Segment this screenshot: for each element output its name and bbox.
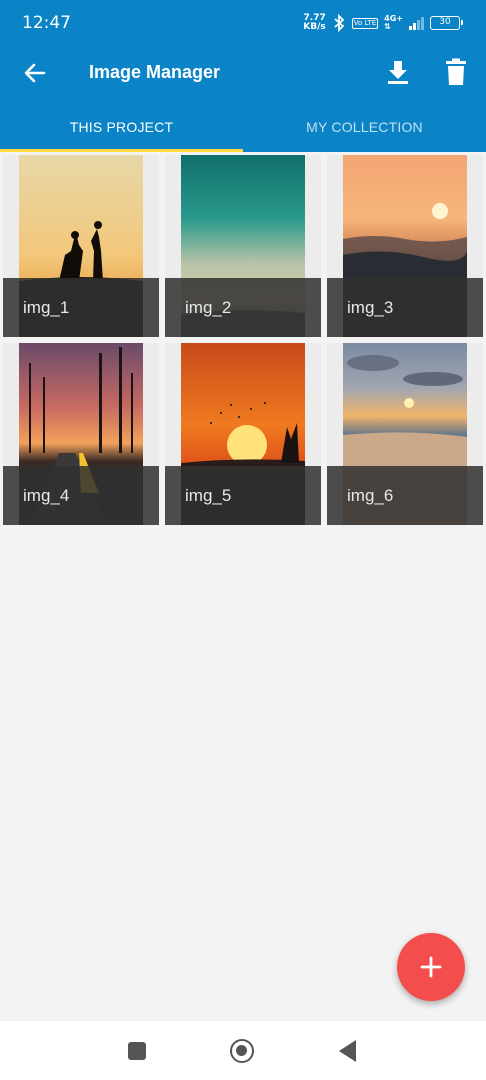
delete-button[interactable] [444, 58, 468, 86]
download-icon [388, 61, 408, 84]
download-button[interactable] [384, 58, 412, 86]
network-type: 4G+ ⇅ [384, 15, 403, 31]
back-triangle-icon[interactable] [339, 1040, 356, 1062]
home-circle-icon[interactable] [230, 1039, 254, 1063]
image-tile[interactable]: img_5 [165, 343, 321, 525]
battery-icon: 30 [430, 16, 463, 30]
image-caption: img_1 [3, 278, 159, 337]
image-tile[interactable]: img_2 [165, 155, 321, 337]
bluetooth-icon [334, 14, 345, 32]
tab-my-collection[interactable]: MY COLLECTION [243, 100, 486, 152]
data-arrows-icon: ⇅ [384, 22, 391, 31]
image-tile[interactable]: img_6 [327, 343, 483, 525]
image-tile[interactable]: img_4 [3, 343, 159, 525]
arrow-left-icon [24, 63, 46, 83]
tab-this-project[interactable]: THIS PROJECT [0, 100, 243, 152]
page-title: Image Manager [89, 62, 221, 82]
battery-level: 30 [439, 17, 451, 27]
status-bar: 12:47 7.77 KB/s Vo LTE 4G+ ⇅ 30 [0, 0, 486, 44]
trash-icon [446, 58, 466, 85]
status-icons: 7.77 KB/s Vo LTE 4G+ ⇅ 30 [303, 14, 463, 32]
add-image-button[interactable] [397, 933, 465, 1001]
image-grid: img_1 img_2 img_3 img_4 img_5 img_6 [3, 155, 483, 525]
recent-apps-square-icon[interactable] [128, 1042, 146, 1060]
image-caption: img_2 [165, 278, 321, 337]
volte-badge: Vo LTE [351, 17, 379, 29]
back-button[interactable] [20, 58, 50, 88]
image-caption: img_3 [327, 278, 483, 337]
app-bar: Image Manager [0, 44, 486, 100]
system-nav-bar [0, 1021, 486, 1080]
image-tile[interactable]: img_3 [327, 155, 483, 337]
network-speed-unit: KB/s [303, 22, 326, 32]
tab-bar: THIS PROJECT MY COLLECTION [0, 100, 486, 152]
plus-icon [420, 956, 442, 978]
image-caption: img_5 [165, 466, 321, 525]
image-tile[interactable]: img_1 [3, 155, 159, 337]
network-speed: 7.77 KB/s [303, 14, 325, 32]
status-time: 12:47 [22, 13, 71, 33]
image-caption: img_6 [327, 466, 483, 525]
image-caption: img_4 [3, 466, 159, 525]
signal-strength-icon [409, 16, 424, 30]
